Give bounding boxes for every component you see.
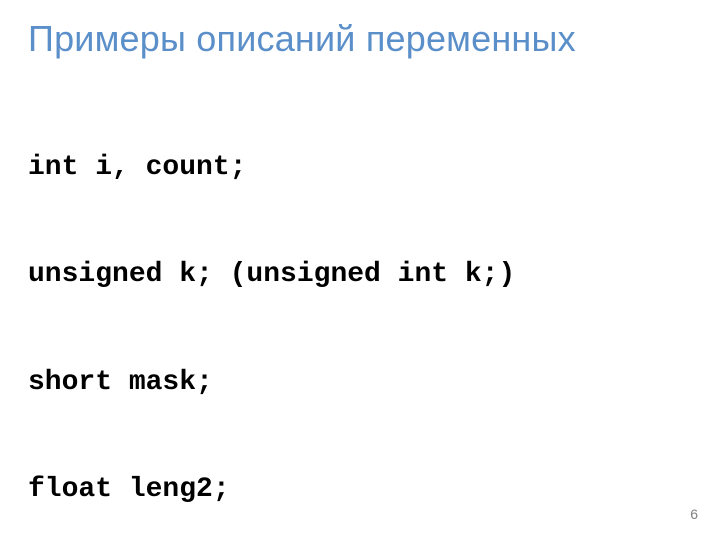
slide-title: Примеры описаний переменных <box>28 18 692 60</box>
code-line: float leng2; <box>28 472 692 508</box>
page-number: 6 <box>690 506 698 522</box>
variable-declarations: int i, count; unsigned k; (unsigned int … <box>28 78 692 540</box>
code-line: int i, count; <box>28 150 692 186</box>
code-line: unsigned k; (unsigned int k;) <box>28 257 692 293</box>
slide: Примеры описаний переменных int i, count… <box>0 0 720 540</box>
code-line: short mask; <box>28 365 692 401</box>
